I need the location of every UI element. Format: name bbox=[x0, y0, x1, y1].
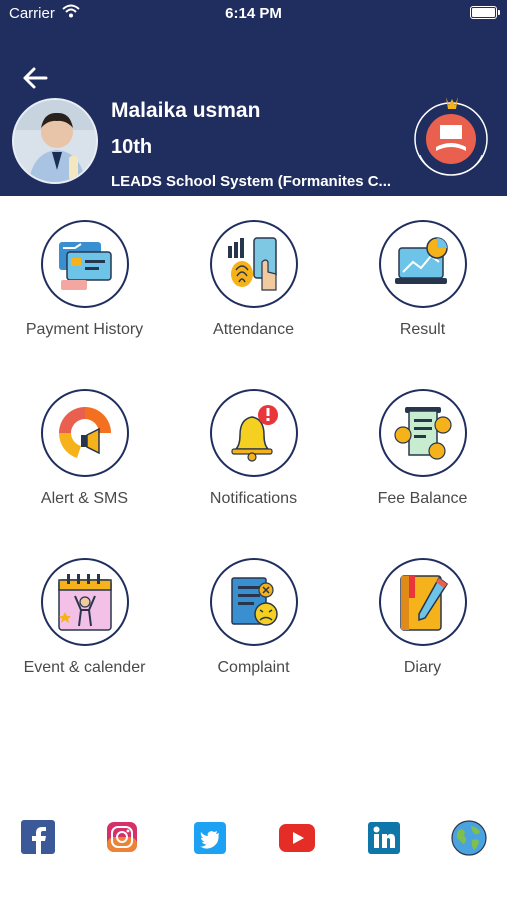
clock: 6:14 PM bbox=[225, 5, 282, 22]
menu-label: Event & calender bbox=[23, 659, 146, 676]
result-icon bbox=[379, 220, 467, 308]
event-calendar-icon bbox=[41, 558, 129, 646]
diary-icon bbox=[379, 558, 467, 646]
menu-label: Fee Balance bbox=[377, 490, 468, 507]
payment-history-icon bbox=[41, 220, 129, 308]
complaint-icon bbox=[210, 558, 298, 646]
profile-header: Carrier 6:14 PM Malaika usman 10th LEADS… bbox=[0, 0, 507, 196]
notifications-icon bbox=[210, 389, 298, 477]
status-bar: Carrier 6:14 PM bbox=[0, 0, 507, 28]
back-arrow-icon[interactable] bbox=[20, 64, 50, 92]
youtube-icon[interactable] bbox=[279, 824, 315, 852]
menu-payment-history[interactable]: Payment History bbox=[0, 220, 169, 370]
globe-icon[interactable] bbox=[451, 820, 487, 856]
menu-label: Payment History bbox=[25, 321, 144, 338]
menu-label: Attendance bbox=[213, 321, 294, 338]
instagram-icon[interactable] bbox=[107, 822, 137, 852]
menu-label: Complaint bbox=[217, 659, 290, 676]
menu-event-calendar[interactable]: Event & calender bbox=[0, 558, 169, 708]
student-name: Malaika usman bbox=[111, 99, 261, 122]
menu-attendance[interactable]: Attendance bbox=[169, 220, 338, 370]
attendance-icon bbox=[210, 220, 298, 308]
student-grade: 10th bbox=[111, 136, 153, 158]
fee-balance-icon bbox=[379, 389, 467, 477]
menu-label: Notifications bbox=[209, 490, 298, 507]
facebook-icon[interactable] bbox=[21, 820, 55, 854]
menu-label: Diary bbox=[403, 659, 442, 676]
school-name: LEADS School System (Formanites C... bbox=[111, 173, 392, 190]
menu-fee-balance[interactable]: Fee Balance bbox=[338, 389, 507, 539]
menu-label: Alert & SMS bbox=[40, 490, 129, 507]
menu-alert-sms[interactable]: Alert & SMS bbox=[0, 389, 169, 539]
avatar bbox=[12, 98, 98, 184]
alert-sms-icon bbox=[41, 389, 129, 477]
menu-complaint[interactable]: Complaint bbox=[169, 558, 338, 708]
linkedin-icon[interactable] bbox=[368, 822, 400, 854]
battery-icon bbox=[470, 6, 500, 19]
menu-diary[interactable]: Diary bbox=[338, 558, 507, 708]
school-logo bbox=[414, 97, 488, 176]
twitter-icon[interactable] bbox=[194, 822, 226, 854]
menu-label: Result bbox=[399, 321, 446, 338]
menu-notifications[interactable]: Notifications bbox=[169, 389, 338, 539]
menu-result[interactable]: Result bbox=[338, 220, 507, 370]
